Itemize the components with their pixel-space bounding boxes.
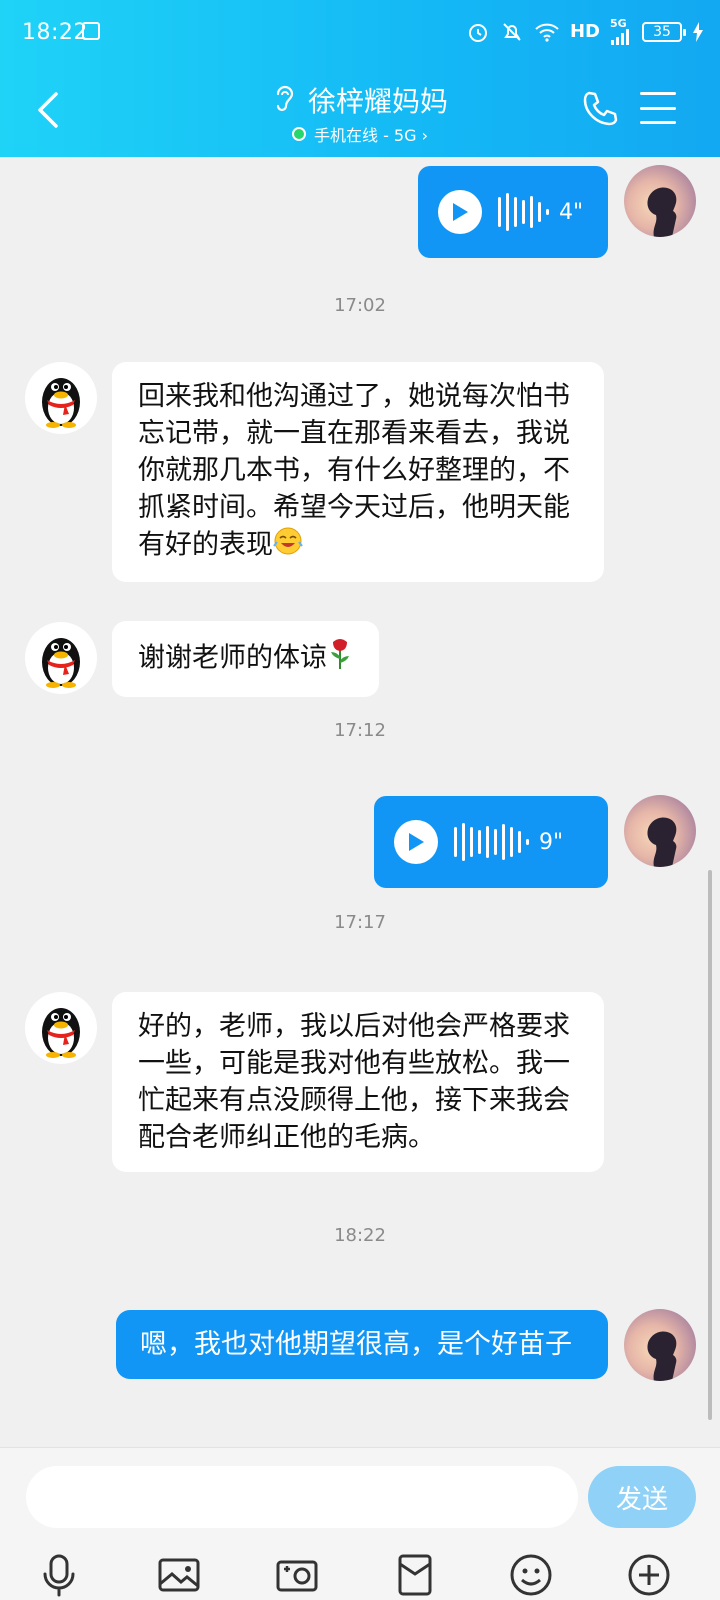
play-icon	[438, 190, 482, 234]
waveform-icon	[498, 193, 549, 231]
message-text: 好的，老师，我以后对他会严格要求一些，可能是我对他有些放松。我一忙起来有点没顾得…	[138, 1011, 570, 1153]
message-list[interactable]: 4" 17:02 回来我和他沟通过了，她说每次怕书忘记带，就一直在那看来看去，我…	[0, 157, 720, 1447]
status-bar: 18:22 HD 5G 35	[0, 0, 720, 66]
message-text: 谢谢老师的体谅	[138, 642, 327, 674]
camera-icon	[276, 1560, 318, 1592]
voice-message-out[interactable]: 4"	[418, 166, 608, 258]
mute-bell-icon	[500, 20, 524, 44]
online-status-text[interactable]: 手机在线 - 5G ›	[314, 122, 428, 146]
input-area: 发送	[0, 1447, 720, 1600]
message-text: 嗯，我也对他期望很高，是个好苗子	[140, 1329, 572, 1360]
message-bubble-out[interactable]: 嗯，我也对他期望很高，是个好苗子	[116, 1310, 608, 1379]
message-text: 回来我和他沟通过了，她说每次怕书忘记带，就一直在那看来看去，我说你就那几本书，有…	[138, 381, 570, 561]
red-packet-button[interactable]	[392, 1552, 438, 1598]
image-icon	[158, 1558, 200, 1592]
contact-avatar[interactable]	[25, 622, 97, 694]
more-button[interactable]	[626, 1552, 672, 1598]
status-icons: HD 5G 35	[466, 18, 704, 45]
battery-level: 35	[653, 23, 671, 40]
voice-duration: 9"	[539, 829, 564, 855]
contact-name: 徐梓耀妈妈	[307, 85, 448, 118]
hamburger-menu-icon	[640, 92, 676, 95]
chat-header: 18:22 HD 5G 35 徐梓耀妈妈 手机在线 - 5G ›	[0, 0, 720, 157]
charging-icon	[692, 21, 704, 42]
my-avatar[interactable]	[624, 795, 696, 867]
contact-info[interactable]: 徐梓耀妈妈 手机在线 - 5G ›	[240, 80, 480, 146]
chevron-left-icon	[38, 92, 58, 128]
plus-circle-icon	[628, 1554, 670, 1596]
voice-duration: 4"	[559, 199, 584, 225]
message-input[interactable]	[26, 1466, 578, 1528]
laughing-emoji-icon	[273, 526, 303, 566]
waveform-icon	[454, 823, 529, 861]
image-button[interactable]	[156, 1552, 202, 1598]
my-avatar[interactable]	[624, 1309, 696, 1381]
voice-input-button[interactable]	[36, 1552, 82, 1598]
camera-button[interactable]	[274, 1552, 320, 1598]
input-toolbar	[0, 1548, 720, 1600]
message-bubble-in[interactable]: 谢谢老师的体谅	[112, 621, 379, 697]
phone-icon	[583, 91, 618, 126]
contact-avatar[interactable]	[25, 362, 97, 434]
chat-settings-button[interactable]	[640, 92, 676, 124]
scrollbar[interactable]	[708, 870, 712, 1420]
status-time: 18:22	[22, 20, 88, 45]
red-packet-icon	[398, 1554, 432, 1596]
smiley-icon	[510, 1554, 552, 1596]
voice-call-button[interactable]	[580, 88, 620, 128]
network-type-label: HD	[569, 21, 600, 42]
back-button[interactable]	[30, 88, 70, 132]
microphone-icon	[43, 1554, 75, 1597]
send-button[interactable]: 发送	[588, 1466, 696, 1528]
timestamp: 18:22	[334, 1225, 386, 1246]
my-avatar[interactable]	[624, 165, 696, 237]
message-bubble-in[interactable]: 回来我和他沟通过了，她说每次怕书忘记带，就一直在那看来看去，我说你就那几本书，有…	[112, 362, 604, 582]
voice-message-out[interactable]: 9"	[374, 796, 608, 888]
timestamp: 17:17	[334, 912, 386, 933]
emoji-button[interactable]	[508, 1552, 554, 1598]
timestamp: 17:12	[334, 720, 386, 741]
contact-avatar[interactable]	[25, 992, 97, 1064]
timestamp: 17:02	[334, 295, 386, 316]
signal-icon: 5G	[610, 18, 632, 45]
ear-icon	[272, 82, 298, 118]
battery-indicator: 35	[642, 21, 686, 42]
signal-type-label: 5G	[610, 17, 627, 30]
gallery-notification-icon	[82, 22, 100, 40]
play-icon	[394, 820, 438, 864]
online-status-dot	[291, 127, 306, 141]
message-bubble-in[interactable]: 好的，老师，我以后对他会严格要求一些，可能是我对他有些放松。我一忙起来有点没顾得…	[112, 992, 604, 1172]
wifi-icon	[534, 21, 560, 43]
rose-emoji-icon	[327, 637, 353, 681]
alarm-icon	[466, 20, 490, 44]
